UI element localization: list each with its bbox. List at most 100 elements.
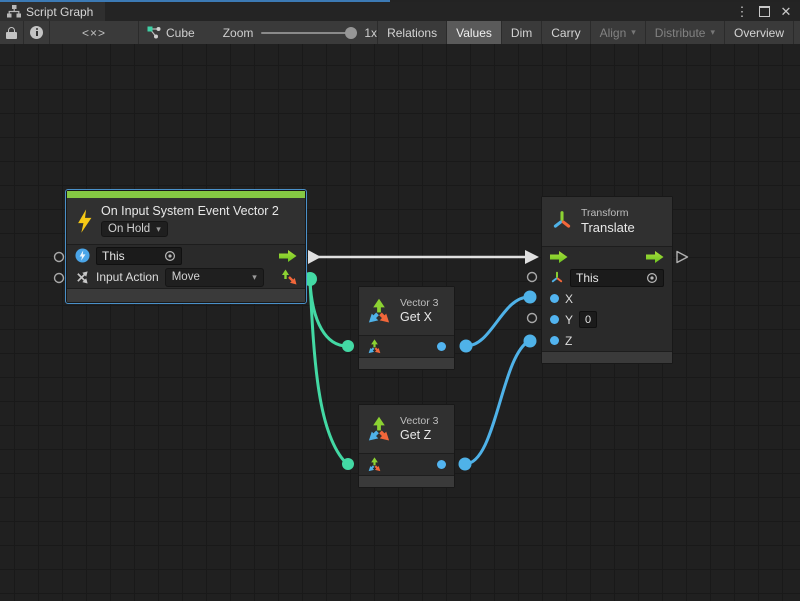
graph-owner-button[interactable]: Cube	[147, 26, 195, 40]
lock-button[interactable]	[0, 21, 24, 44]
toolbar-button-values[interactable]: Values	[447, 21, 502, 44]
graph-hierarchy-icon	[7, 5, 21, 18]
event-input-action-row: Input Action Move ▾	[67, 267, 305, 289]
node-category: Vector 3	[400, 415, 439, 427]
translate-this-row: This	[542, 268, 672, 289]
toolbar-button-dim[interactable]: Dim	[502, 21, 542, 44]
button-label: Values	[456, 26, 492, 40]
this-value: This	[576, 271, 599, 285]
chevron-down-icon: ▾	[710, 27, 715, 38]
node-get-z[interactable]: Vector 3 Get Z	[358, 404, 455, 488]
graph-toolbar: <×> Cube Zoom 1x Relations Values Dim Ca…	[0, 21, 800, 45]
node-category: Transform	[581, 207, 628, 219]
z-label: Z	[565, 334, 572, 348]
zoom-value: 1x	[364, 26, 377, 40]
vector2-out-port-icon[interactable]	[281, 269, 297, 285]
event-this-field[interactable]: This	[96, 247, 182, 265]
float-out-port[interactable]	[437, 342, 446, 351]
flow-in-port-icon[interactable]	[550, 250, 568, 264]
tab-title: Script Graph	[26, 5, 93, 19]
graph-nodes-icon	[147, 26, 161, 39]
maximize-button[interactable]	[756, 4, 772, 20]
node-category: Vector 3	[400, 297, 439, 309]
script-graph-window: Script Graph ⋮ ✕ <×> Cube	[0, 0, 800, 601]
getx-node-header: Vector 3 Get X	[359, 287, 454, 336]
translate-node-header: Transform Translate	[542, 197, 672, 247]
translate-y-row: Y 0	[542, 309, 672, 330]
y-value-field[interactable]: 0	[579, 311, 597, 328]
inspect-button[interactable]	[24, 21, 50, 44]
node-transform-translate[interactable]: Transform Translate This X Y 0 Z	[541, 196, 673, 364]
toolbar-middle: Cube Zoom 1x	[139, 21, 378, 44]
translate-this-field[interactable]: This	[570, 269, 664, 287]
button-label: Carry	[551, 26, 580, 40]
event-accent-bar	[67, 191, 305, 198]
window-controls: ⋮ ✕	[734, 2, 800, 21]
target-picker-icon[interactable]	[646, 272, 658, 284]
input-action-value: Move	[172, 271, 200, 283]
event-mode-dropdown[interactable]: On Hold ▾	[101, 221, 168, 237]
graph-owner-label: Cube	[166, 26, 195, 40]
close-button[interactable]: ✕	[778, 4, 794, 20]
node-title: On Input System Event Vector 2	[101, 204, 279, 218]
tab-script-graph[interactable]: Script Graph	[0, 2, 105, 21]
flow-out-port-icon[interactable]	[279, 249, 297, 263]
y-label: Y	[565, 313, 573, 327]
vector3-icon	[366, 416, 392, 442]
lightning-bolt-icon	[76, 209, 93, 233]
kebab-menu-icon: ⋮	[736, 5, 749, 18]
zoom-control: Zoom 1x	[223, 26, 377, 40]
unit-toggle-label: <×>	[82, 26, 106, 40]
flow-out-port-icon[interactable]	[646, 250, 664, 264]
chevron-down-icon: ▾	[252, 272, 257, 283]
chevron-down-icon: ▾	[156, 224, 161, 235]
toolbar-button-distribute[interactable]: Distribute ▾	[646, 21, 725, 44]
event-mode-value: On Hold	[108, 223, 150, 235]
vector3-in-port-icon[interactable]	[367, 339, 382, 354]
vector3-icon	[366, 298, 392, 324]
button-label: Relations	[387, 26, 437, 40]
float-in-port[interactable]	[550, 294, 559, 303]
float-out-port[interactable]	[437, 460, 446, 469]
toolbar-button-fullscreen[interactable]: Full Screen	[794, 21, 800, 44]
gameobject-icon	[75, 248, 90, 263]
node-get-x[interactable]: Vector 3 Get X	[358, 286, 455, 370]
translate-x-row: X	[542, 288, 672, 309]
node-title: Get X	[400, 310, 432, 324]
zoom-slider-handle[interactable]	[345, 27, 357, 39]
node-footer	[359, 357, 454, 369]
float-in-port[interactable]	[550, 315, 559, 324]
close-icon: ✕	[781, 5, 792, 18]
translate-flow-row	[542, 247, 672, 268]
toolbar-button-relations[interactable]: Relations	[378, 21, 447, 44]
button-label: Distribute	[655, 26, 706, 40]
node-footer	[359, 475, 454, 487]
node-footer	[67, 288, 305, 302]
toolbar-button-align[interactable]: Align ▾	[591, 21, 646, 44]
button-label: Align	[600, 26, 627, 40]
button-label: Overview	[734, 26, 784, 40]
toolbar-button-carry[interactable]: Carry	[542, 21, 590, 44]
zoom-slider[interactable]	[261, 32, 356, 34]
node-title: Translate	[581, 220, 635, 235]
maximize-icon	[759, 6, 770, 17]
x-label: X	[565, 292, 573, 306]
lock-icon	[6, 27, 17, 39]
transform-port-icon	[550, 271, 564, 285]
float-in-port[interactable]	[550, 336, 559, 345]
node-on-input-system-event[interactable]: On Input System Event Vector 2 On Hold ▾…	[66, 190, 306, 303]
event-node-header: On Input System Event Vector 2 On Hold ▾	[67, 198, 305, 245]
info-icon	[30, 26, 43, 39]
vector3-in-port-icon[interactable]	[367, 457, 382, 472]
input-action-dropdown[interactable]: Move ▾	[165, 268, 264, 287]
chevron-down-icon: ▾	[631, 27, 636, 38]
window-menu-button[interactable]: ⋮	[734, 4, 750, 20]
getz-port-row	[359, 454, 454, 475]
node-title: Get Z	[400, 428, 431, 442]
tab-bar: Script Graph ⋮ ✕	[0, 2, 800, 21]
zoom-label: Zoom	[223, 26, 254, 40]
toolbar-button-overview[interactable]: Overview	[725, 21, 794, 44]
unit-preview-toggle[interactable]: <×>	[50, 21, 139, 44]
target-picker-icon[interactable]	[164, 250, 176, 262]
transform-icon	[551, 210, 573, 232]
